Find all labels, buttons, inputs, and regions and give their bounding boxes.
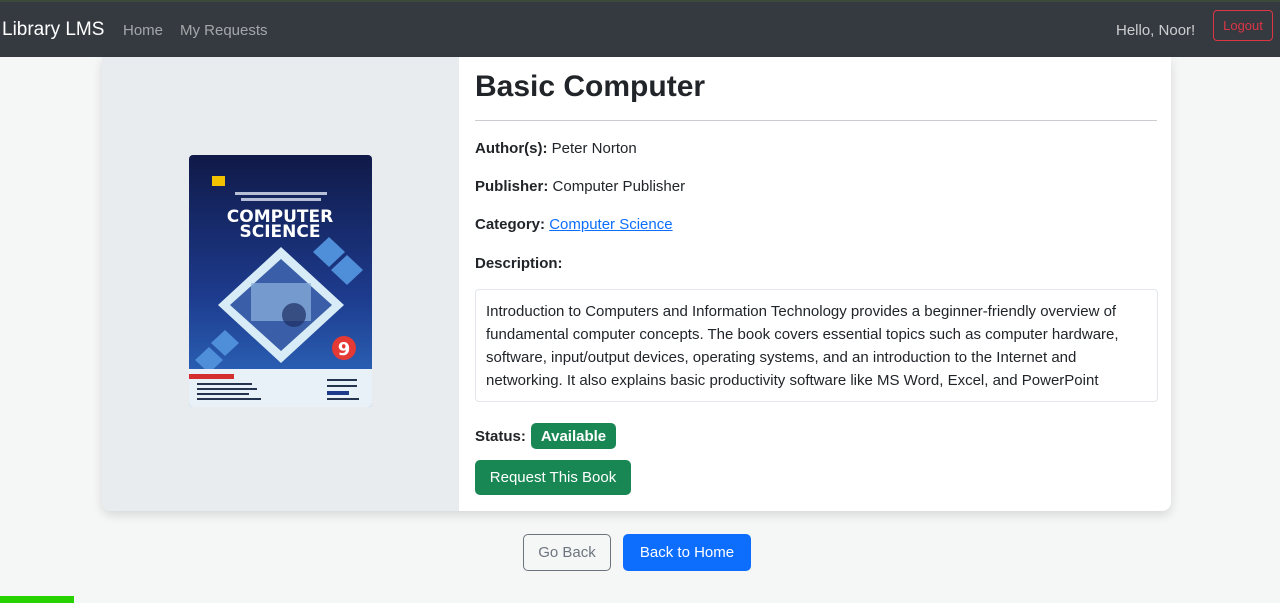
logout-button[interactable]: Logout bbox=[1213, 10, 1273, 41]
nav-my-requests-link[interactable]: My Requests bbox=[180, 22, 268, 39]
book-title: Basic Computer bbox=[475, 70, 706, 103]
author-value: Peter Norton bbox=[551, 140, 637, 157]
cover-grade: 9 bbox=[338, 339, 351, 360]
category-label: Category: bbox=[475, 216, 546, 233]
book-cover-image: COMPUTER SCIENCE 9 bbox=[189, 155, 372, 407]
book-image-panel: COMPUTER SCIENCE 9 bbox=[102, 57, 459, 511]
description-label: Description: bbox=[475, 255, 563, 272]
status-label: Status: bbox=[475, 427, 526, 445]
publisher-label: Publisher: bbox=[475, 178, 549, 195]
nav-home-link[interactable]: Home bbox=[123, 22, 163, 39]
user-greeting: Hello, Noor! bbox=[1116, 22, 1196, 39]
back-to-home-button[interactable]: Back to Home bbox=[623, 534, 751, 571]
publisher-value: Computer Publisher bbox=[552, 178, 686, 195]
status-badge: Available bbox=[530, 423, 617, 449]
status-field: Status: Available bbox=[475, 423, 617, 449]
publisher-field: Publisher: Computer Publisher bbox=[475, 178, 685, 195]
cover-heading-line2: SCIENCE bbox=[240, 222, 321, 242]
navbar: Library LMS Home My Requests Hello, Noor… bbox=[0, 2, 1280, 57]
go-back-button[interactable]: Go Back bbox=[523, 534, 611, 571]
description-field: Description: bbox=[475, 255, 563, 272]
corner-indicator bbox=[0, 596, 74, 603]
brand-logo[interactable]: Library LMS bbox=[2, 19, 104, 41]
author-label: Author(s): bbox=[475, 140, 548, 157]
description-box: Introduction to Computers and Informatio… bbox=[475, 289, 1158, 402]
category-field: Category: Computer Science bbox=[475, 216, 673, 233]
title-divider bbox=[475, 120, 1157, 121]
author-field: Author(s): Peter Norton bbox=[475, 140, 637, 157]
category-link[interactable]: Computer Science bbox=[549, 216, 672, 233]
book-detail-card: COMPUTER SCIENCE 9 Basic Computer Author… bbox=[102, 57, 1171, 511]
request-book-button[interactable]: Request This Book bbox=[475, 460, 631, 495]
